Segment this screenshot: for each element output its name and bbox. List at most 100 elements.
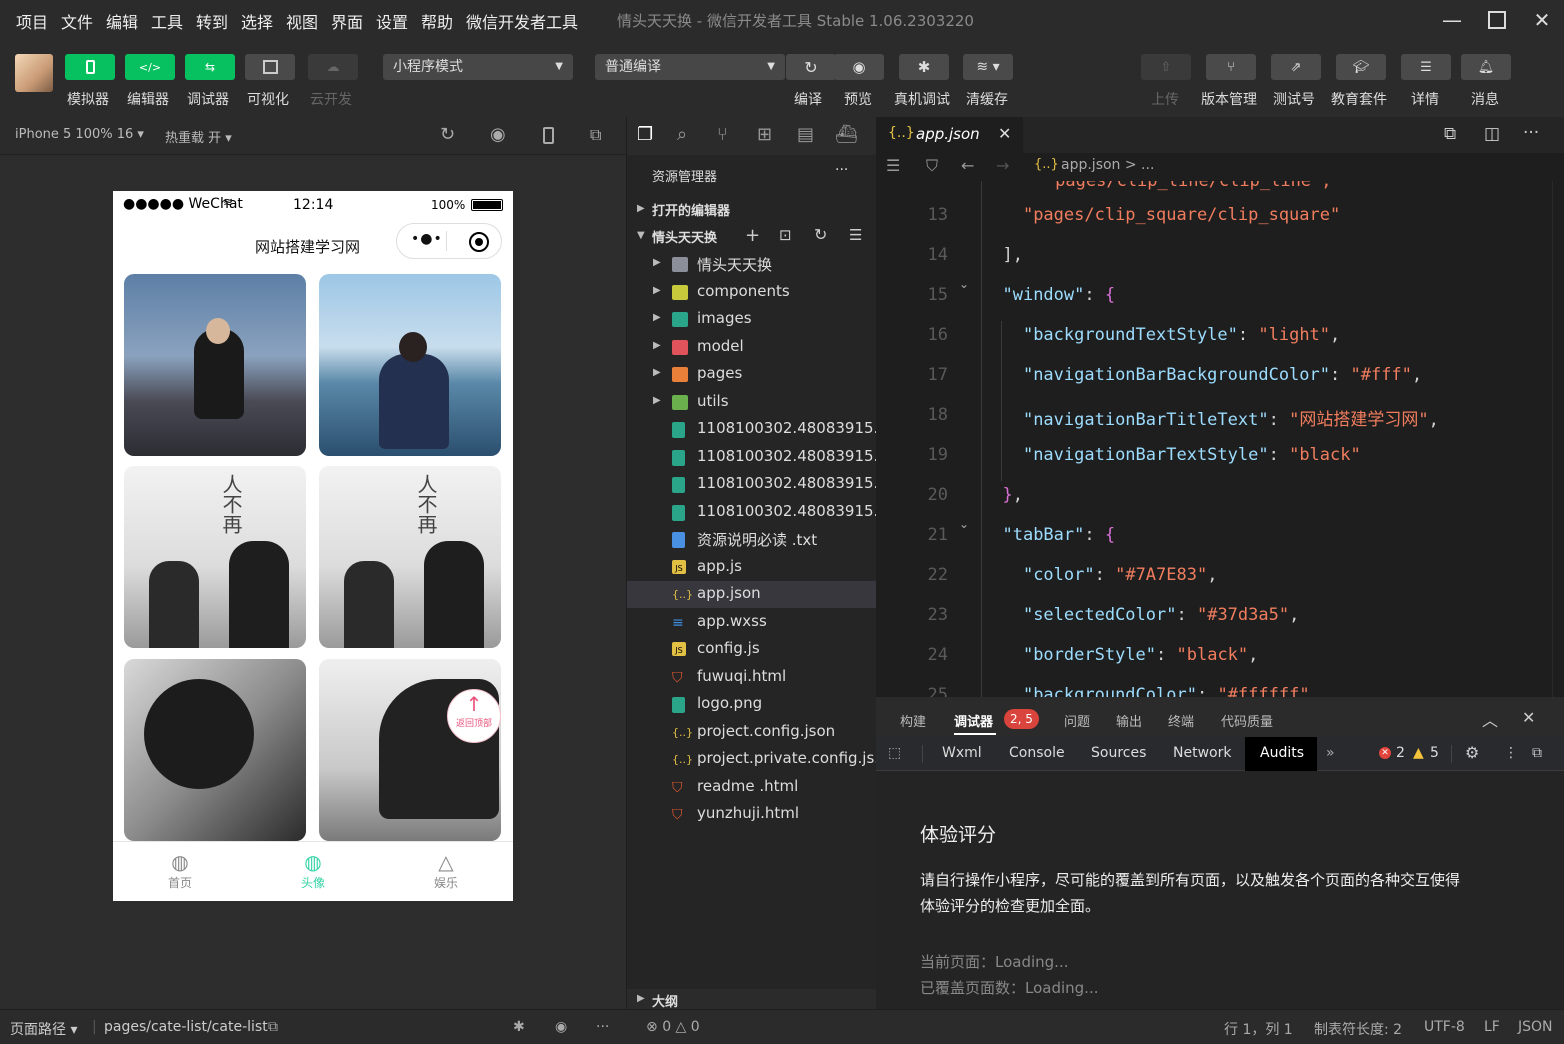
edu-button[interactable]: 🎓︎	[1336, 54, 1386, 80]
menu-settings[interactable]: 设置	[376, 9, 408, 33]
device-select[interactable]: iPhone 5 100% 16 ▾	[15, 127, 144, 142]
folder-item[interactable]: ▶ pages	[627, 361, 877, 388]
fold-chevron-icon[interactable]: ⌄	[959, 277, 969, 291]
preview-button[interactable]: ◉	[834, 54, 884, 80]
file-item[interactable]: 1108100302.48083915...	[627, 444, 877, 471]
folder-item[interactable]: ▶ images	[627, 306, 877, 333]
project-section[interactable]: ▼ 情头天天换 + ⊡ ↻ ☰	[627, 224, 877, 251]
tab-output[interactable]: 输出	[1116, 711, 1142, 730]
details-button[interactable]: ☰	[1401, 54, 1451, 80]
tab-problems[interactable]: 问题	[1064, 711, 1090, 730]
file-item[interactable]: 1108100302.48083915...	[627, 499, 877, 526]
tab-build[interactable]: 构建	[900, 711, 926, 730]
file-item[interactable]: 资源说明必读 .txt	[627, 526, 877, 553]
file-item[interactable]: 1108100302.48083915...	[627, 471, 877, 498]
test-id-button[interactable]: ⇗	[1271, 54, 1321, 80]
open-editors-section[interactable]: ▶ 打开的编辑器	[627, 197, 877, 224]
reload-icon[interactable]: ↻	[440, 124, 455, 145]
popout-icon[interactable]: ⧉	[590, 125, 601, 145]
more-icon[interactable]: ···	[596, 1019, 609, 1035]
forward-arrow-icon[interactable]: →	[996, 156, 1009, 175]
dock-icon[interactable]: ⧉	[1532, 745, 1542, 761]
tab-size[interactable]: 制表符长度: 2	[1314, 1019, 1402, 1039]
file-item[interactable]: ⛉ readme .html	[627, 774, 877, 801]
outline-section[interactable]: ▶ 大纲	[627, 989, 877, 1009]
new-file-icon[interactable]: +	[745, 225, 760, 246]
messages-button[interactable]: 🔔︎	[1461, 54, 1511, 80]
problems-indicator[interactable]: ⊗ 0 △ 0	[646, 1019, 700, 1035]
list-icon[interactable]: ☰	[886, 156, 900, 175]
tab-code-quality[interactable]: 代码质量	[1221, 711, 1273, 730]
tab-avatar[interactable]: ◍ 头像	[273, 850, 353, 891]
menu-edit[interactable]: 编辑	[106, 9, 138, 33]
inspect-icon[interactable]: ⬚	[888, 745, 901, 761]
line-ending[interactable]: LF	[1484, 1019, 1500, 1035]
code-area[interactable]: "pages/clip_line/clip_line", 13 "pages/c…	[876, 181, 1564, 697]
close-tab-icon[interactable]: ✕	[998, 124, 1011, 143]
back-arrow-icon[interactable]: ←	[961, 156, 974, 175]
database-icon[interactable]: ▤	[797, 124, 814, 145]
folder-item[interactable]: ▶ model	[627, 334, 877, 361]
capsule-menu[interactable]: •●•	[396, 223, 502, 259]
avatar-image[interactable]: 人不再	[124, 466, 306, 648]
page-path-select[interactable]: 页面路径 ▾	[10, 1019, 77, 1039]
kebab-icon[interactable]: ⋮	[1504, 745, 1518, 761]
docker-icon[interactable]: ⛴	[835, 124, 858, 145]
visual-button[interactable]	[245, 54, 295, 80]
tab-debugger[interactable]: 调试器	[954, 711, 993, 730]
refresh-icon[interactable]: ↻	[814, 225, 827, 244]
encoding[interactable]: UTF-8	[1424, 1019, 1465, 1035]
extensions-icon[interactable]: ⊞	[757, 124, 772, 145]
more-icon[interactable]: ···	[1523, 123, 1539, 143]
tab-terminal[interactable]: 终端	[1168, 711, 1194, 730]
close-app-icon[interactable]	[469, 232, 489, 252]
maximize-icon[interactable]	[1483, 6, 1511, 34]
tab-entertainment[interactable]: △ 娱乐	[406, 850, 486, 891]
devtab-sources[interactable]: Sources	[1091, 745, 1146, 761]
file-item[interactable]: ≡ app.wxss	[627, 609, 877, 636]
version-button[interactable]: ⑂	[1206, 54, 1256, 80]
simulator-button[interactable]	[65, 54, 115, 80]
file-item[interactable]: ⛉ yunzhuji.html	[627, 801, 877, 828]
compile-button[interactable]: ↻	[786, 54, 836, 80]
menu-project[interactable]: 项目	[16, 9, 48, 33]
upload-button[interactable]: ⇧	[1141, 54, 1191, 80]
file-item[interactable]: JS app.js	[627, 554, 877, 581]
gear-icon[interactable]: ⚙	[1465, 743, 1479, 762]
devtab-audits[interactable]: Audits	[1260, 745, 1304, 761]
menu-goto[interactable]: 转到	[196, 9, 228, 33]
editor-button[interactable]: </>	[125, 54, 175, 80]
warning-count[interactable]: 5	[1430, 745, 1439, 761]
devtab-network[interactable]: Network	[1173, 745, 1231, 761]
devtab-console[interactable]: Console	[1009, 745, 1065, 761]
menu-interface[interactable]: 界面	[331, 9, 363, 33]
menu-wechat-devtools[interactable]: 微信开发者工具	[466, 9, 578, 33]
file-item[interactable]: {..} app.json	[627, 581, 877, 608]
file-item[interactable]: {..} project.config.json	[627, 719, 877, 746]
file-item[interactable]: JS config.js	[627, 636, 877, 663]
folder-item[interactable]: ▶ 情头天天换	[627, 251, 877, 278]
more-tabs-icon[interactable]: »	[1326, 745, 1335, 761]
more-icon[interactable]: ···	[835, 162, 848, 178]
avatar-image[interactable]	[124, 274, 306, 456]
minimize-icon[interactable]: —	[1438, 6, 1466, 34]
fold-chevron-icon[interactable]: ⌄	[959, 517, 969, 531]
new-folder-icon[interactable]: ⊡	[779, 226, 792, 244]
menu-help[interactable]: 帮助	[421, 9, 453, 33]
git-icon[interactable]: ⑂	[717, 124, 728, 145]
split-editor-icon[interactable]: ◫	[1484, 124, 1500, 144]
search-icon[interactable]: ⌕	[677, 124, 687, 145]
file-item[interactable]: 1108100302.48083915...	[627, 416, 877, 443]
close-icon[interactable]: ✕	[1528, 6, 1556, 34]
cloud-button[interactable]: ☁	[308, 54, 358, 80]
language-mode[interactable]: JSON	[1518, 1019, 1553, 1035]
mode-select[interactable]: 小程序模式 ▼	[383, 54, 573, 80]
avatar-image[interactable]	[319, 659, 501, 841]
more-dots-icon[interactable]: •●•	[411, 231, 443, 247]
bookmark-icon[interactable]: ⛉	[926, 156, 938, 176]
menu-tools[interactable]: 工具	[151, 9, 183, 33]
hot-reload-toggle[interactable]: 热重载 开 ▾	[165, 127, 232, 146]
cursor-position[interactable]: 行 1，列 1	[1224, 1019, 1293, 1039]
files-icon[interactable]: ❐	[637, 124, 653, 145]
menu-select[interactable]: 选择	[241, 9, 273, 33]
